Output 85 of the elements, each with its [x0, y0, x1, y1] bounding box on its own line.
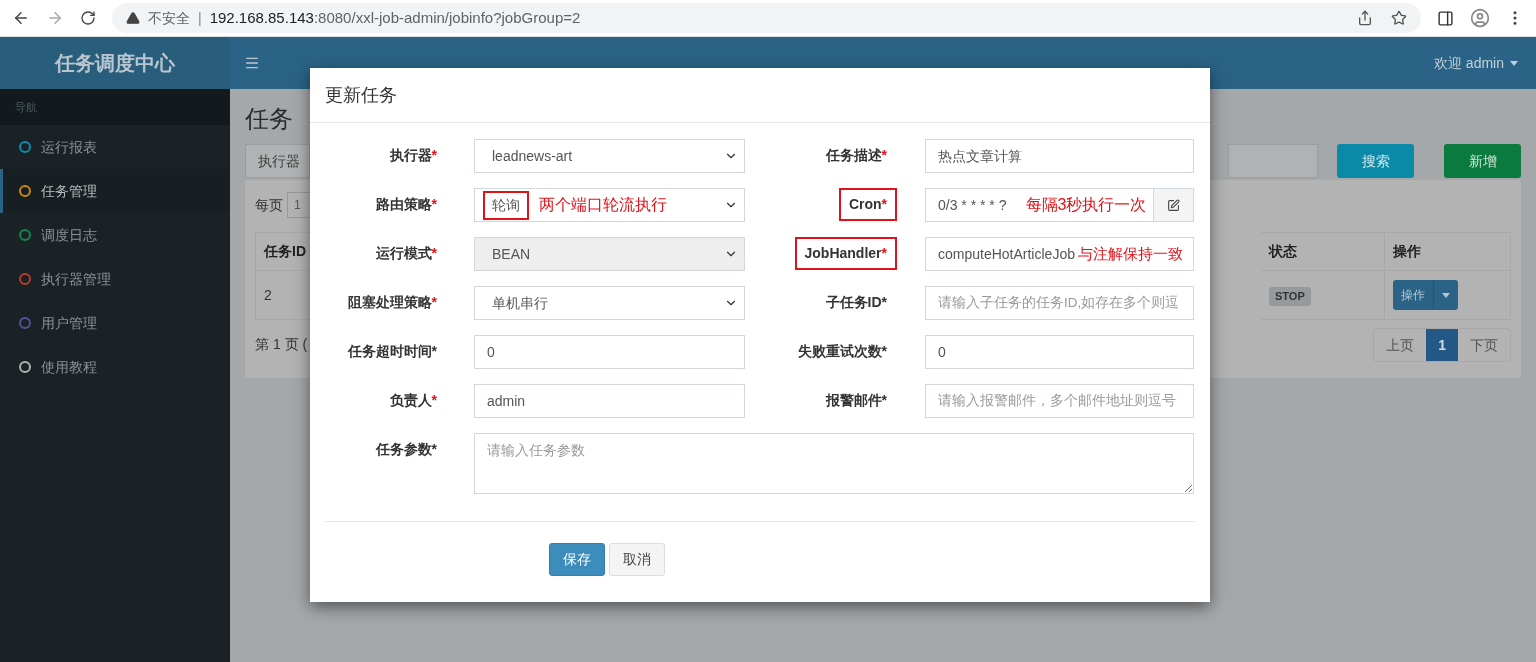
url-text: 192.168.85.143:8080/xxl-job-admin/jobinfo?jobGroup=2 [209, 7, 581, 28]
page-link[interactable]: 上页 [1374, 329, 1427, 361]
field-label: 子任务ID* [824, 293, 888, 312]
edit-icon [1167, 198, 1180, 212]
field-value: computeHotArticleJob [937, 244, 1076, 264]
sidebar-item[interactable]: 运行报表 [0, 125, 230, 169]
column-header: 操作 [1393, 242, 1421, 261]
profile-icon[interactable] [1470, 8, 1490, 28]
per-page-label: 每页 [255, 195, 283, 215]
save-button[interactable]: 保存 [549, 543, 605, 576]
warning-icon [126, 11, 140, 25]
placeholder-text: 请输入报警邮件，多个邮件地址则逗号 [937, 391, 1177, 410]
modal-title: 更新任务 [325, 83, 397, 107]
menu-icon[interactable] [244, 55, 260, 71]
select-field[interactable]: 轮询 两个端口轮流执行 [474, 188, 745, 222]
input-field[interactable]: 请输入子任务的任务ID,如存在多个则逗 [925, 286, 1194, 320]
field-label: 阻塞处理策略* [346, 293, 438, 312]
select-field[interactable]: leadnews-art [474, 139, 745, 173]
share-icon[interactable] [1357, 10, 1373, 26]
input-field[interactable]: 0 [925, 335, 1194, 369]
user-menu[interactable]: 欢迎 admin [1433, 52, 1522, 74]
input-field[interactable]: admin [474, 384, 745, 418]
page-info: 第 1 页 ( [255, 335, 309, 354]
page-title: 任务 [245, 104, 293, 134]
caret-icon [1510, 60, 1518, 66]
sidebar-item[interactable]: 调度日志 [0, 213, 230, 257]
input-field[interactable]: 0/3 * * * * ? 每隔3秒执行一次 [925, 188, 1154, 222]
field-value: 0 [937, 342, 947, 362]
sidebar-item[interactable]: 用户管理 [0, 301, 230, 345]
field-label: 负责人* [388, 391, 438, 410]
field-label: 报警邮件* [824, 391, 888, 410]
field-value: 热点文章计算 [937, 146, 1023, 166]
security-label: 不安全 [148, 8, 190, 28]
field-label: 任务超时时间* [346, 342, 438, 361]
address-bar[interactable]: 不安全 | 192.168.85.143:8080/xxl-job-admin/jobinfo?jobGroup=2 [112, 3, 1421, 33]
field-value: admin [486, 391, 527, 411]
field-value: 单机串行 [491, 293, 549, 313]
select-field[interactable]: 单机串行 [474, 286, 745, 320]
annotation-note: 每隔3秒执行一次 [1025, 195, 1147, 215]
reload-icon[interactable] [80, 10, 96, 26]
field-label: 任务描述* [824, 146, 888, 165]
caret-icon [1442, 292, 1450, 298]
action-button[interactable]: 搜索 [1337, 144, 1414, 178]
page-link[interactable]: 1 [1426, 329, 1458, 361]
column-header: 任务ID [264, 242, 306, 261]
annotation-note: 两个端口轮流执行 [539, 195, 667, 215]
input-field[interactable]: 0 [474, 335, 745, 369]
filter-field[interactable]: 执行器 [245, 144, 310, 178]
side-panel-icon[interactable] [1437, 9, 1454, 27]
column-header: 状态 [1269, 242, 1297, 261]
input-field[interactable]: computeHotArticleJob 与注解保持一致 [925, 237, 1194, 271]
field-value: 0 [486, 342, 496, 362]
field-value: 0/3 * * * * ? [937, 195, 1008, 215]
star-icon[interactable] [1391, 10, 1407, 26]
field-label: 任务参数* [374, 440, 438, 459]
back-icon[interactable] [12, 9, 30, 27]
page-link[interactable]: 下页 [1458, 329, 1510, 361]
annotation-note: 与注解保持一致 [1077, 243, 1183, 264]
field-label: 路由策略* [374, 195, 438, 214]
operate-button[interactable]: 操作 [1393, 280, 1433, 310]
dropdown-toggle[interactable] [1433, 280, 1458, 310]
field-label: 运行模式* [374, 244, 438, 263]
brand-title: 任务调度中心 [55, 51, 175, 76]
table-cell-text: 2 [264, 285, 272, 305]
input-field[interactable]: 请输入报警邮件，多个邮件地址则逗号 [925, 384, 1194, 418]
placeholder-text: 请输入子任务的任务ID,如存在多个则逗 [937, 293, 1181, 312]
status-badge: STOP [1269, 287, 1311, 306]
textarea-field[interactable]: 请输入任务参数 [474, 433, 1194, 494]
sidebar-item[interactable]: 执行器管理 [0, 257, 230, 301]
sidebar-item[interactable]: 任务管理 [0, 169, 230, 213]
field-value: BEAN [491, 244, 532, 264]
sidebar-item[interactable]: 使用教程 [0, 345, 230, 389]
field-value: leadnews-art [491, 146, 574, 166]
field-label: 失败重试次数* [796, 342, 888, 361]
separator: | [198, 8, 202, 28]
field-value: 轮询 [483, 190, 529, 220]
input-field[interactable]: 热点文章计算 [925, 139, 1194, 173]
page-size-value: 1 [294, 197, 301, 214]
action-button[interactable]: 新增 [1444, 144, 1521, 178]
edit-button[interactable] [1154, 188, 1194, 222]
field-label: Cron* [838, 188, 897, 221]
cancel-button[interactable]: 取消 [609, 543, 665, 576]
filter-label: 执行器 [258, 151, 300, 171]
field-label: JobHandler* [794, 237, 897, 270]
field-label: 执行器* [388, 146, 438, 165]
